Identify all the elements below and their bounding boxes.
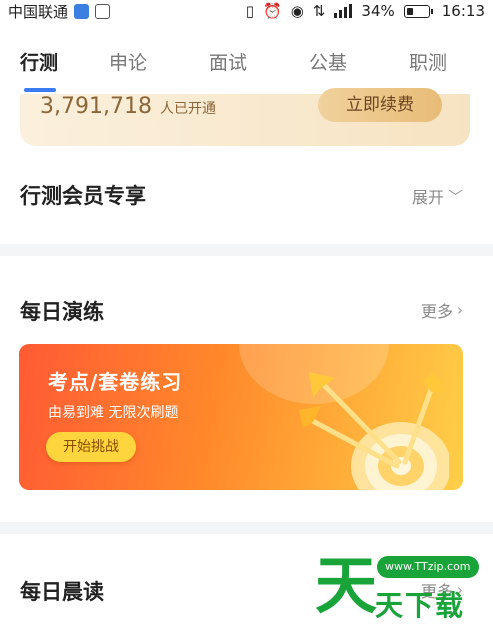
tab-gongji[interactable]: 公基 <box>278 38 378 92</box>
daily-practice-title: 每日演练 <box>20 300 104 324</box>
chevron-right-icon: › <box>457 301 463 319</box>
tab-xingce[interactable]: 行测 <box>0 38 78 92</box>
expand-label: 展开 <box>411 188 444 207</box>
daily-practice-more-button[interactable]: 更多 › <box>421 298 463 322</box>
renew-button[interactable]: 立即续费 <box>318 88 442 122</box>
chevron-down-icon: ﹀ <box>447 187 463 206</box>
subject-tabs: 行测 申论 面试 公基 职测 <box>0 38 493 92</box>
eye-icon: ◉ <box>290 1 304 20</box>
clock-time: 16:13 <box>441 2 485 20</box>
target-arrows-icon <box>299 372 449 490</box>
notification-image-icon <box>95 3 111 19</box>
battery-icon <box>403 4 433 18</box>
watermark-big-char: 天 <box>315 549 378 622</box>
more-label: 更多 <box>420 302 453 321</box>
notification-app-icon <box>74 3 90 19</box>
watermark-text: 天下载 <box>375 589 466 622</box>
data-signal-icon: ⇅ <box>312 1 326 20</box>
morning-read-title: 每日晨读 <box>20 580 104 604</box>
member-section-title: 行测会员专享 <box>20 184 146 208</box>
watermark-url: www.TTzip.com <box>377 556 479 578</box>
status-bar: 中国联通 ▯ ⏰ ◉ ⇅ 34% 16:13 <box>0 0 493 22</box>
active-tab-indicator <box>24 88 56 92</box>
member-count-number: 3,791,718 <box>40 94 152 119</box>
expand-button[interactable]: 展开 ﹀ <box>412 184 463 208</box>
battery-percent: 34% <box>361 2 395 20</box>
section-divider <box>0 244 493 256</box>
membership-renew-card: 3,791,718 人已开通 立即续费 <box>20 88 470 146</box>
practice-card-title: 考点/套卷练习 <box>48 370 183 394</box>
vibrate-icon: ▯ <box>245 1 255 20</box>
member-count: 3,791,718 人已开通 <box>40 94 216 122</box>
carrier-name: 中国联通 <box>8 2 69 21</box>
tab-zhice[interactable]: 职测 <box>378 38 478 92</box>
tab-shenlun[interactable]: 申论 <box>78 38 178 92</box>
signal-bars-icon <box>334 4 353 18</box>
member-count-suffix: 人已开通 <box>159 101 216 117</box>
practice-card[interactable]: 考点/套卷练习 由易到难 无限次刷题 开始挑战 <box>19 344 463 490</box>
section-divider-2 <box>0 522 493 534</box>
tab-mianshi[interactable]: 面试 <box>178 38 278 92</box>
site-watermark: 天 www.TTzip.com 天下载 <box>315 548 493 624</box>
alarm-icon: ⏰ <box>263 1 282 20</box>
start-challenge-button[interactable]: 开始挑战 <box>46 432 136 462</box>
practice-card-subtitle: 由易到难 无限次刷题 <box>48 405 179 421</box>
